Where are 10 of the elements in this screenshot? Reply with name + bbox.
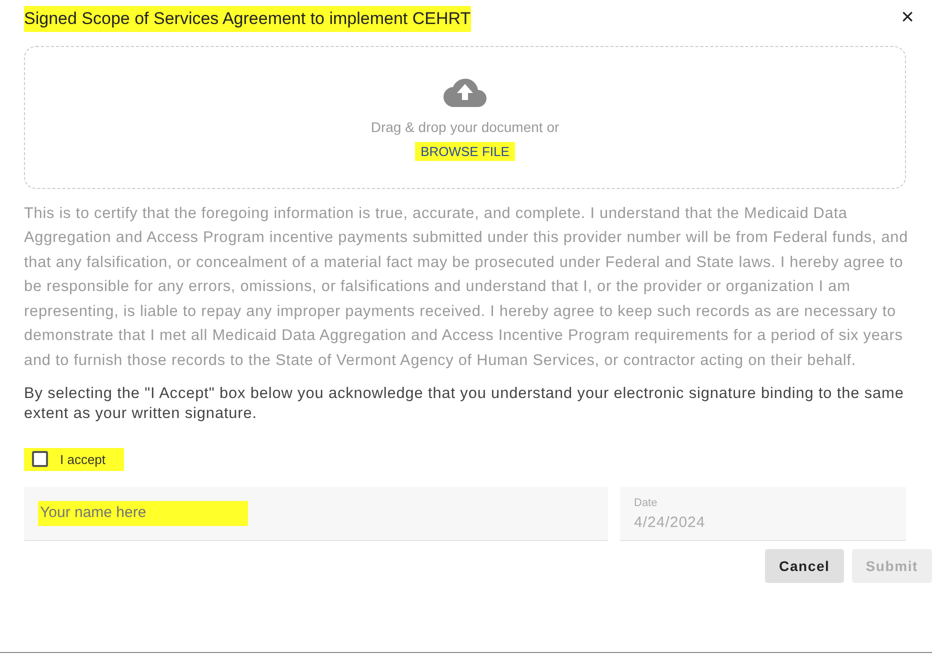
browse-file-link[interactable]: BROWSE FILE (414, 142, 516, 162)
accept-checkbox[interactable] (32, 451, 48, 468)
acknowledgement-text: By selecting the "I Accept" box below you acknowledge that you understand your electronic signature binding to the same extent as your written signature. (24, 384, 905, 424)
cancel-button[interactable]: Cancel (765, 549, 844, 584)
certification-text: This is to certify that the foregoing information is true, accurate, and complete. I understand that the Medicaid Data Aggregation and Access Program incentive payments submitted under this provider number will be from Federal funds, and that any falsification, or concealment of a material fact may be prosecuted under Federal and State laws. I hereby agree to be responsible for any errors, omissions, or falsifications and understand that I, or the provider or organization I am representing, is liable to repay any improper payments received. I hereby agree to keep such records as are necessary to demonstrate that I met all Medicaid Data Aggregation and Access Incentive Program requirements for a period of six years and to furnish those records to the State of Vermont Agency of Human Services, or contractor acting on their behalf. (24, 204, 910, 372)
close-button[interactable]: × (899, 6, 916, 28)
drop-prompt: Drag & drop your document or (370, 118, 560, 137)
name-field[interactable]: Your name here (38, 501, 248, 526)
drop-zone[interactable]: Drag & drop your document or BROWSE FILE (24, 46, 906, 188)
dialog-title: Signed Scope of Services Agreement to implement CEHRT (24, 6, 471, 32)
